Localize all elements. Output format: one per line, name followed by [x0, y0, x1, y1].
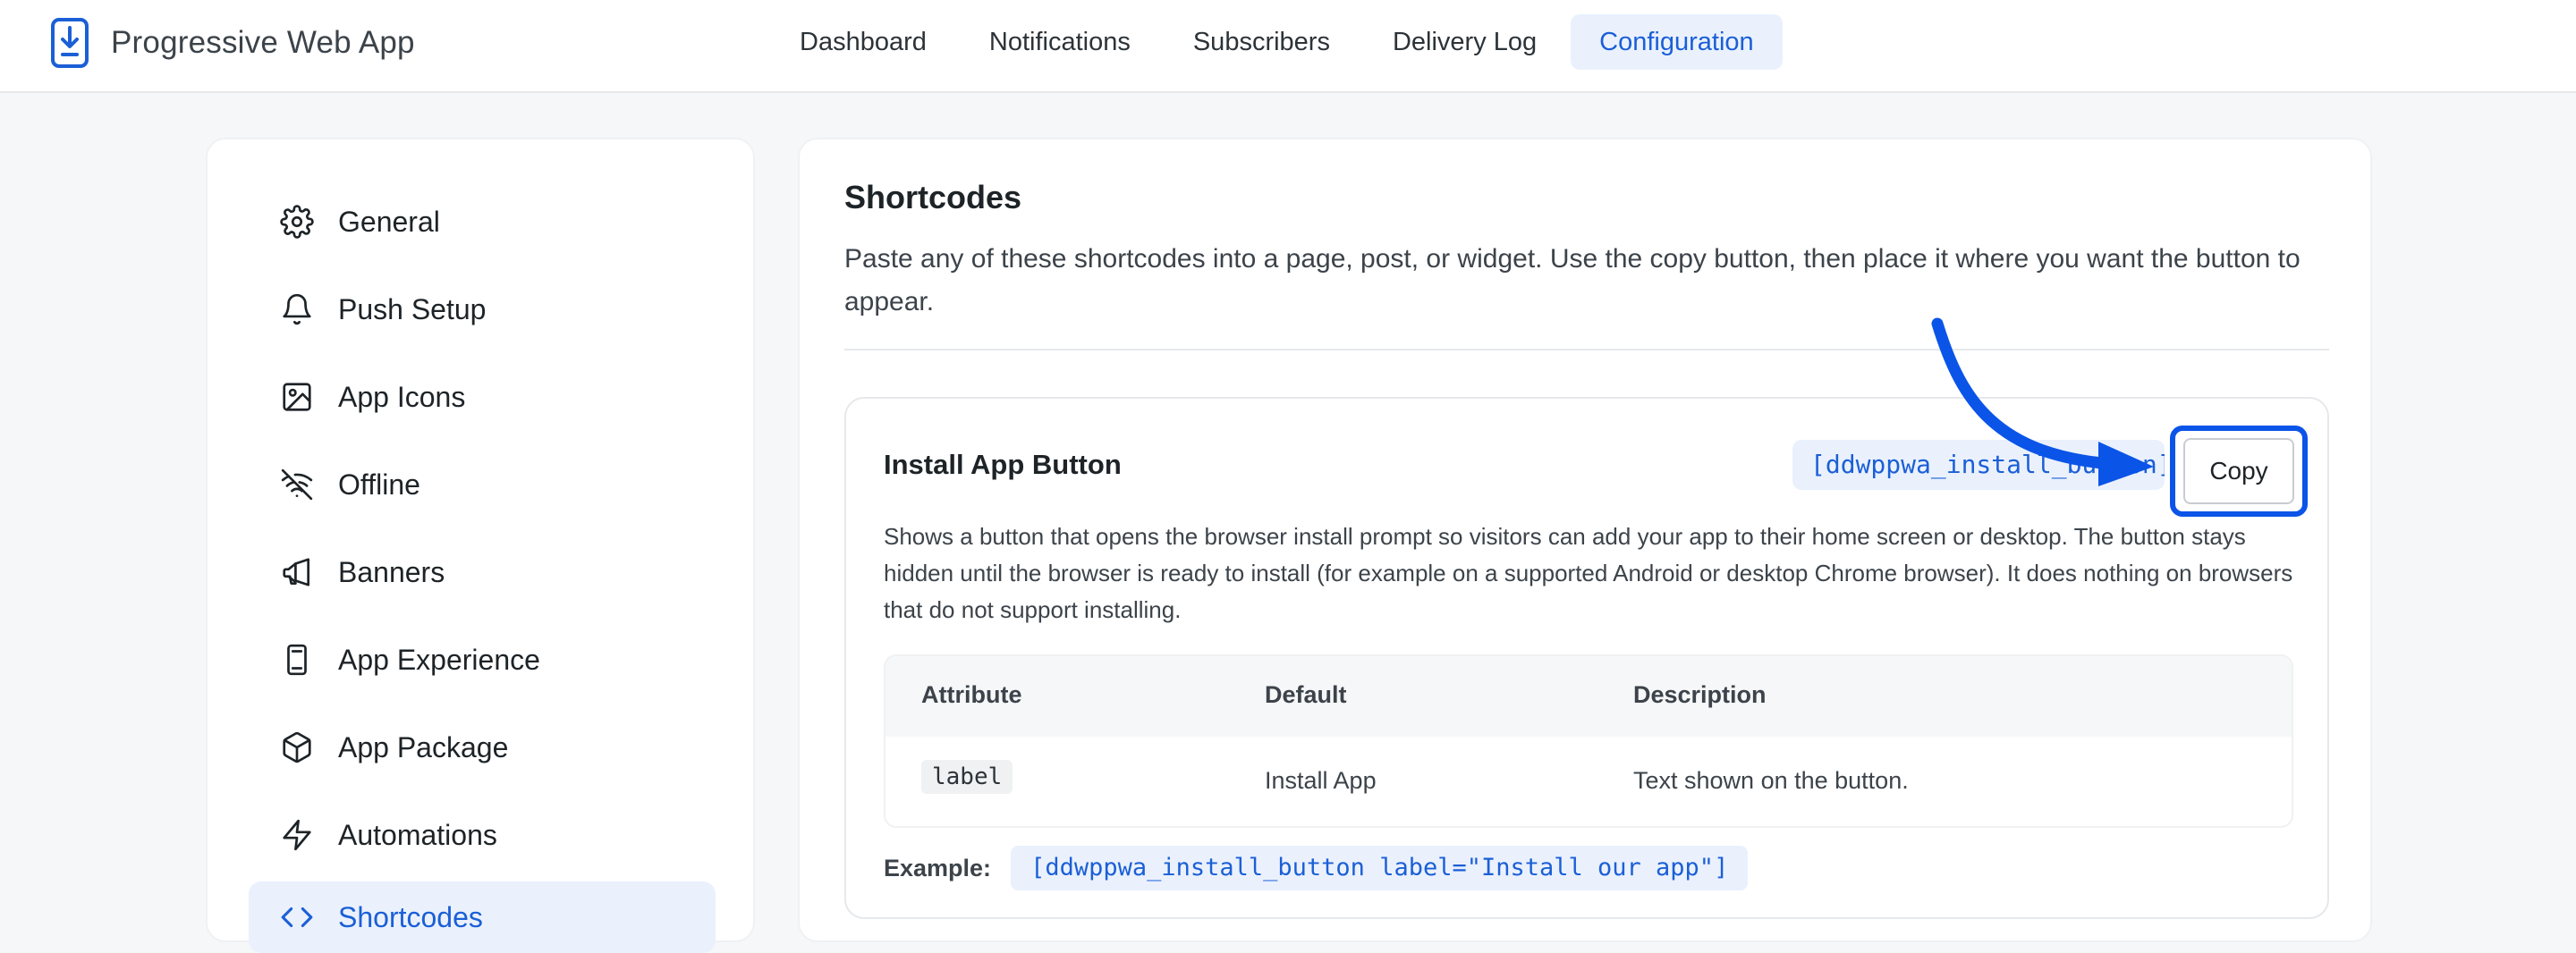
sidebar-item-label: App Icons: [338, 380, 466, 413]
main-nav: Dashboard Notifications Subscribers Deli…: [771, 14, 1788, 70]
tab-subscribers[interactable]: Subscribers: [1165, 14, 1359, 70]
tab-notifications[interactable]: Notifications: [961, 14, 1159, 70]
sidebar-item-app-icons[interactable]: App Icons: [249, 361, 716, 433]
copy-button-label: Copy: [2183, 438, 2294, 504]
sidebar-item-label: Push Setup: [338, 292, 487, 325]
table-header: [886, 656, 2292, 737]
sidebar-item-shortcodes[interactable]: Shortcodes: [249, 881, 716, 953]
example-code[interactable]: [ddwppwa_install_button label="Install o…: [1011, 846, 1749, 890]
package-icon: [279, 730, 315, 765]
sidebar-item-label: Shortcodes: [338, 900, 483, 933]
column-header-attribute: Attribute: [921, 681, 1022, 708]
shortcodes-panel: Shortcodes Paste any of these shortcodes…: [798, 138, 2372, 942]
sidebar-item-label: App Package: [338, 730, 509, 763]
attributes-table: Attribute Default Description label Inst…: [884, 654, 2293, 828]
sidebar-item-app-package[interactable]: App Package: [249, 712, 716, 783]
column-header-description: Description: [1633, 681, 1767, 708]
sidebar-item-general[interactable]: General: [249, 186, 716, 257]
sidebar-item-label: Offline: [338, 468, 420, 501]
cell-attribute: label: [921, 760, 1013, 794]
bolt-icon: [279, 817, 315, 853]
shortcode-card-install-button: Install App Button [ddwppwa_install_butt…: [844, 397, 2329, 919]
sidebar-item-label: Automations: [338, 818, 497, 851]
sidebar-item-label: App Experience: [338, 643, 540, 676]
megaphone-icon: [279, 554, 315, 590]
sidebar-item-push-setup[interactable]: Push Setup: [249, 274, 716, 345]
divider: [844, 349, 2329, 350]
section-description: Paste any of these shortcodes into a pag…: [844, 244, 2301, 316]
sidebar-item-banners[interactable]: Banners: [249, 536, 716, 608]
bell-icon: [279, 291, 315, 327]
copy-button[interactable]: Copy: [2170, 426, 2308, 517]
sidebar-item-label: Banners: [338, 555, 445, 588]
example-label: Example:: [884, 854, 992, 881]
column-header-default: Default: [1265, 681, 1347, 708]
settings-sidebar: General Push Setup App Icons Offline Ban…: [206, 138, 755, 953]
sidebar-item-label: General: [338, 205, 440, 238]
shortcode-text[interactable]: [ddwppwa_install_button]: [1792, 440, 2165, 490]
code-icon: [279, 899, 315, 935]
card-title: Install App Button: [884, 449, 1122, 480]
brand[interactable]: Progressive Web App: [50, 16, 415, 70]
tab-configuration[interactable]: Configuration: [1571, 14, 1783, 70]
sidebar-item-offline[interactable]: Offline: [249, 449, 716, 520]
gear-icon: [279, 204, 315, 240]
app-title: Progressive Web App: [111, 25, 415, 60]
sidebar-item-app-experience[interactable]: App Experience: [249, 624, 716, 696]
image-icon: [279, 379, 315, 415]
phone-download-icon: [51, 18, 89, 68]
sidebar-item-automations[interactable]: Automations: [249, 799, 716, 871]
mobile-icon: [279, 642, 315, 678]
cell-default: Install App: [1265, 767, 1377, 794]
example-row: Example: [ddwppwa_install_button label="…: [884, 846, 1749, 890]
tab-delivery-log[interactable]: Delivery Log: [1364, 14, 1565, 70]
card-description: Shows a button that opens the browser in…: [884, 523, 2293, 623]
section-title: Shortcodes: [844, 179, 1022, 215]
cell-description: Text shown on the button.: [1633, 767, 1909, 794]
tab-dashboard[interactable]: Dashboard: [771, 14, 955, 70]
wifi-off-icon: [279, 467, 315, 502]
top-bar: Progressive Web App Dashboard Notificati…: [0, 0, 2576, 93]
